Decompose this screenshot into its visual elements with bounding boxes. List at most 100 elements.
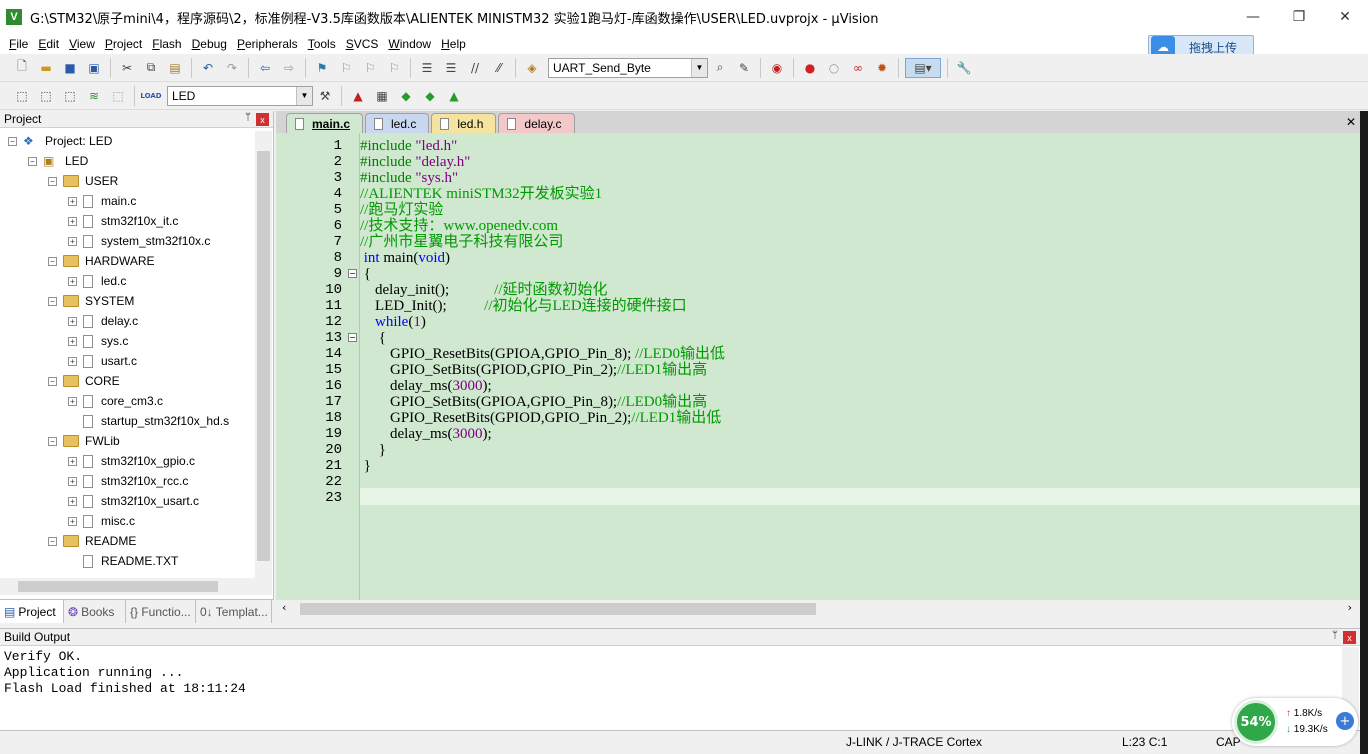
expand-icon[interactable]: + bbox=[68, 396, 77, 406]
unindent-icon[interactable]: ☰ bbox=[441, 58, 461, 78]
batch-build-icon[interactable]: ≋ bbox=[84, 86, 104, 106]
tree-item[interactable]: + stm32f10x_rcc.c bbox=[68, 471, 188, 491]
tree-item[interactable]: − ❖ Project: LED bbox=[8, 131, 112, 151]
collapse-icon[interactable]: − bbox=[48, 436, 57, 446]
tree-item[interactable]: + delay.c bbox=[68, 311, 138, 331]
tree-item[interactable]: README.TXT bbox=[68, 551, 178, 571]
window-layout-icon[interactable]: ▤▾ bbox=[905, 57, 941, 78]
cut-icon[interactable]: ✂ bbox=[117, 58, 137, 78]
project-horizontal-scrollbar[interactable] bbox=[0, 578, 272, 595]
code-editor[interactable]: 1 2 3 4 5 6 7 8 9 10 11 12 13 14 15 16 17 18 19 20 21 22 23 − −… bbox=[276, 133, 1360, 600]
start-debug-icon[interactable]: ◉ bbox=[767, 58, 787, 78]
menu-window[interactable]: Window bbox=[383, 37, 436, 51]
scrollbar-thumb[interactable] bbox=[300, 603, 816, 615]
new-file-icon[interactable]: 🗋 bbox=[12, 58, 32, 78]
expand-icon[interactable]: + bbox=[68, 496, 77, 506]
navigate-forward-icon[interactable]: ⇨ bbox=[279, 58, 299, 78]
copy-icon[interactable]: ⧉ bbox=[141, 58, 161, 78]
expand-icon[interactable]: + bbox=[68, 196, 77, 206]
manage-multi-project-icon[interactable]: ▦ bbox=[372, 86, 392, 106]
find-in-files-icon[interactable]: ◈ bbox=[522, 58, 542, 78]
close-panel-icon[interactable]: x bbox=[256, 113, 269, 126]
uncomment-icon[interactable]: ⁄⁄ bbox=[489, 58, 509, 78]
tree-item[interactable]: + core_cm3.c bbox=[68, 391, 163, 411]
collapse-icon[interactable]: − bbox=[48, 256, 57, 266]
expand-icon[interactable]: + bbox=[68, 316, 77, 326]
menu-view[interactable]: View bbox=[64, 37, 100, 51]
menu-debug[interactable]: Debug bbox=[187, 37, 232, 51]
tab-led-c[interactable]: led.c bbox=[365, 113, 430, 133]
tree-item[interactable]: − FWLib bbox=[48, 431, 120, 451]
menu-svcs[interactable]: SVCS bbox=[341, 37, 384, 51]
expand-icon[interactable]: + bbox=[68, 476, 77, 486]
tree-item[interactable]: + led.c bbox=[68, 271, 126, 291]
tree-item[interactable]: + main.c bbox=[68, 191, 136, 211]
tree-item[interactable]: + stm32f10x_gpio.c bbox=[68, 451, 195, 471]
target-combo[interactable]: LED ▼ bbox=[167, 85, 313, 106]
scroll-right-icon[interactable]: › bbox=[1348, 601, 1352, 614]
rebuild-icon[interactable]: ⬚ bbox=[60, 86, 80, 106]
enable-breakpoint-icon[interactable]: ○ bbox=[824, 58, 844, 78]
pin-icon[interactable]: ᛘ bbox=[245, 112, 251, 123]
tree-item[interactable]: − ▣ LED bbox=[28, 151, 88, 171]
expand-icon[interactable]: + bbox=[68, 456, 77, 466]
prev-bookmark-icon[interactable]: ⚐ bbox=[336, 58, 356, 78]
translate-icon[interactable]: ⬚ bbox=[12, 86, 32, 106]
function-combo[interactable]: UART_Send_Byte ▼ bbox=[548, 57, 708, 78]
kill-breakpoints-icon[interactable]: ✹ bbox=[872, 58, 892, 78]
tree-item[interactable]: − SYSTEM bbox=[48, 291, 134, 311]
find-icon[interactable]: ⌕ bbox=[710, 58, 730, 78]
tab-templates[interactable]: 0↓ Templat... bbox=[196, 600, 272, 623]
scrollbar-thumb[interactable] bbox=[18, 581, 218, 592]
expand-icon[interactable]: + bbox=[68, 276, 77, 286]
collapse-icon[interactable]: − bbox=[48, 376, 57, 386]
save-all-icon[interactable]: ▣ bbox=[84, 58, 104, 78]
menu-tools[interactable]: Tools bbox=[303, 37, 341, 51]
disable-breakpoints-icon[interactable]: ∞ bbox=[848, 58, 868, 78]
network-speed-widget[interactable]: 54% ↑ 1.8K/s ↓ 19.3K/s + bbox=[1232, 698, 1358, 746]
menu-flash[interactable]: Flash bbox=[147, 37, 186, 51]
collapse-icon[interactable]: − bbox=[8, 136, 17, 146]
collapse-icon[interactable]: − bbox=[48, 176, 57, 186]
incremental-find-icon[interactable]: ✎ bbox=[734, 58, 754, 78]
navigate-back-icon[interactable]: ⇦ bbox=[255, 58, 275, 78]
close-editor-icon[interactable]: ✕ bbox=[1346, 115, 1356, 129]
scrollbar-thumb[interactable] bbox=[257, 151, 270, 561]
undo-icon[interactable]: ↶ bbox=[198, 58, 218, 78]
manage-rte-icon[interactable]: ◆ bbox=[420, 86, 440, 106]
manage-project-items-icon[interactable]: ▲ bbox=[348, 86, 368, 106]
tree-item[interactable]: + misc.c bbox=[68, 511, 135, 531]
tab-project[interactable]: ▤ Project bbox=[0, 600, 64, 623]
tree-item[interactable]: startup_stm32f10x_hd.s bbox=[68, 411, 229, 431]
configure-wrench-icon[interactable]: 🔧 bbox=[954, 58, 974, 78]
menu-help[interactable]: Help bbox=[436, 37, 471, 51]
fold-collapse-icon[interactable]: − bbox=[348, 269, 357, 278]
pin-icon[interactable]: ᛘ bbox=[1332, 630, 1338, 641]
target-options-icon[interactable]: ⚒ bbox=[315, 86, 335, 106]
collapse-icon[interactable]: − bbox=[28, 156, 37, 166]
expand-icon[interactable]: + bbox=[68, 356, 77, 366]
bookmark-icon[interactable]: ⚑ bbox=[312, 58, 332, 78]
chevron-down-icon[interactable]: ▼ bbox=[691, 58, 707, 77]
minimize-button[interactable]: — bbox=[1230, 0, 1276, 34]
plus-icon[interactable]: + bbox=[1336, 712, 1354, 730]
next-bookmark-icon[interactable]: ⚐ bbox=[360, 58, 380, 78]
comment-icon[interactable]: // bbox=[465, 58, 485, 78]
open-folder-icon[interactable]: ▬ bbox=[36, 58, 56, 78]
expand-icon[interactable]: + bbox=[68, 336, 77, 346]
expand-icon[interactable]: + bbox=[68, 236, 77, 246]
tab-delay-c[interactable]: delay.c bbox=[498, 113, 575, 133]
code-text-area[interactable]: #include "led.h" #include "delay.h" #inclu… bbox=[360, 133, 1360, 600]
clear-bookmarks-icon[interactable]: ⚐ bbox=[384, 58, 404, 78]
maximize-button[interactable]: ❐ bbox=[1276, 0, 1322, 34]
tree-item[interactable]: − README bbox=[48, 531, 136, 551]
redo-icon[interactable]: ↷ bbox=[222, 58, 242, 78]
tree-item[interactable]: + usart.c bbox=[68, 351, 137, 371]
fold-collapse-icon[interactable]: − bbox=[348, 333, 357, 342]
collapse-icon[interactable]: − bbox=[48, 296, 57, 306]
tab-functions[interactable]: {} Functio... bbox=[126, 600, 196, 623]
close-panel-icon[interactable]: x bbox=[1343, 631, 1356, 644]
paste-icon[interactable]: ▤ bbox=[165, 58, 185, 78]
expand-icon[interactable]: + bbox=[68, 516, 77, 526]
menu-edit[interactable]: Edit bbox=[33, 37, 64, 51]
